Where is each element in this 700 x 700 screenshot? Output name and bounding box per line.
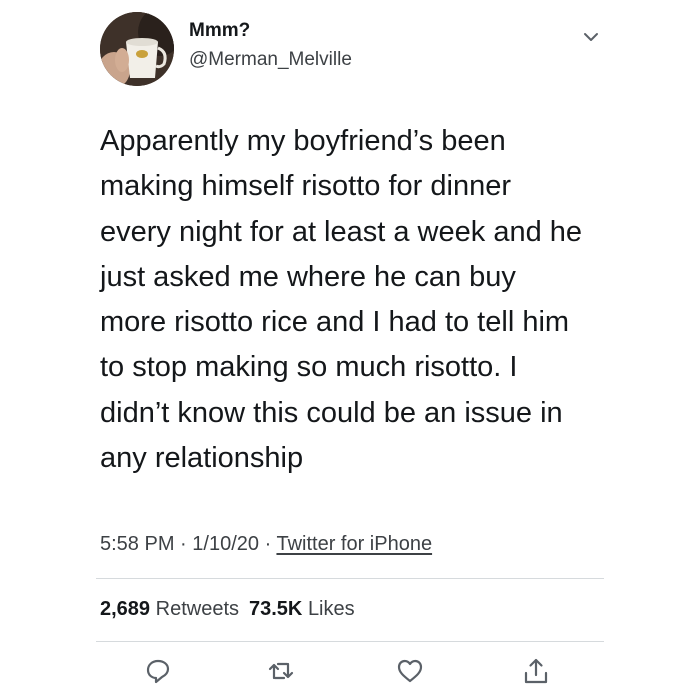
retweet-icon — [268, 662, 294, 680]
reply-button[interactable] — [143, 656, 173, 686]
divider — [96, 578, 604, 579]
tweet-date[interactable]: 1/10/20 — [192, 533, 259, 555]
tweet-text-line: every night for at least a week and he — [100, 215, 583, 248]
tweet-time[interactable]: 5:58 PM — [100, 533, 174, 555]
user-handle[interactable]: @Merman_Melville — [189, 49, 352, 71]
likes-count: 73.5K — [249, 598, 303, 620]
separator-dot: · — [180, 533, 187, 555]
share-button[interactable] — [521, 656, 551, 686]
tweet-text-line: more risotto rice and I had to tell him — [100, 306, 570, 339]
separator-dot: · — [264, 533, 272, 555]
tweet-text: Apparently my boyfriend’s been making hi… — [100, 119, 620, 481]
tweet-text-line: didn’t know this could be an issue in — [100, 396, 563, 429]
tweet-text-line: any relationship — [100, 442, 304, 475]
tweet-metadata: 5:58 PM · 1/10/20 · Twitter for iPhone — [100, 533, 432, 556]
tweet-stats: 2,689 Retweets 73.5K Likes — [100, 598, 355, 621]
like-button[interactable] — [395, 656, 425, 686]
retweets-label: Retweets — [155, 598, 239, 620]
share-icon — [524, 658, 548, 684]
likes-stat[interactable]: 73.5K Likes — [249, 598, 355, 620]
reply-icon — [146, 659, 170, 684]
tweet-text-line: making himself risotto for dinner — [100, 170, 511, 203]
retweets-stat[interactable]: 2,689 Retweets — [100, 598, 239, 620]
retweets-count: 2,689 — [100, 598, 151, 620]
display-name[interactable]: Mmm? — [189, 20, 250, 42]
divider — [96, 641, 604, 642]
tweet-text-line: just asked me where he can buy — [100, 260, 516, 293]
likes-label: Likes — [307, 598, 355, 620]
avatar[interactable] — [100, 12, 174, 86]
tweet-text-line: Apparently my boyfriend’s been — [100, 125, 506, 157]
tweet-source-link[interactable]: Twitter for iPhone — [276, 533, 432, 555]
tweet-card: Mmm? @Merman_Melville Apparently my boyf… — [0, 0, 700, 700]
tweet-text-line: to stop making so much risotto. I — [100, 351, 518, 384]
retweet-button[interactable] — [266, 656, 296, 686]
avatar-image — [100, 12, 174, 86]
heart-icon — [397, 659, 423, 683]
chevron-down-icon[interactable] — [580, 26, 602, 48]
